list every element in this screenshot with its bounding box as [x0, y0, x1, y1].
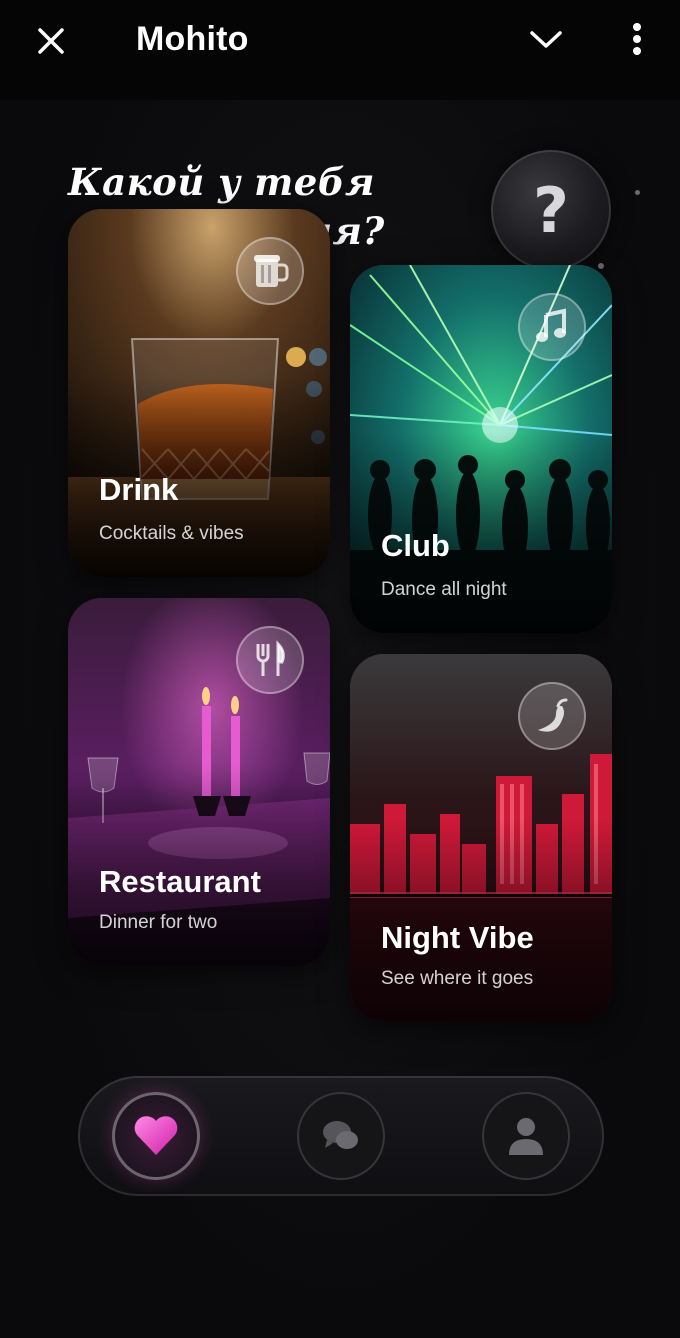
music-note-icon	[536, 308, 566, 342]
vibe-card-drink[interactable]: Drink Cocktails & vibes	[68, 209, 330, 577]
beer-mug-icon	[254, 255, 289, 287]
card-subtitle: Cocktails & vibes	[99, 523, 244, 544]
card-icon-badge	[236, 626, 304, 694]
card-icon-badge	[518, 293, 586, 361]
chat-bubbles-icon	[323, 1121, 358, 1149]
bottom-navigation	[78, 1076, 604, 1196]
card-subtitle: Dance all night	[381, 579, 507, 600]
card-title: Night Vibe	[381, 920, 534, 955]
card-title: Club	[381, 528, 450, 563]
close-icon	[38, 28, 64, 54]
help-button[interactable]: ?	[491, 150, 611, 270]
heart-icon	[134, 1116, 178, 1155]
vibe-card-club[interactable]: Club Dance all night	[350, 265, 612, 633]
more-menu-button[interactable]	[620, 18, 654, 62]
fork-knife-icon	[256, 640, 285, 676]
more-vertical-icon	[633, 23, 641, 55]
top-app-bar: Mohito	[0, 0, 680, 100]
card-subtitle: Dinner for two	[99, 912, 218, 933]
close-button[interactable]	[30, 20, 72, 62]
card-icon-badge	[518, 682, 586, 750]
nav-vibes-button[interactable]	[112, 1092, 200, 1180]
profile-icon	[509, 1118, 543, 1155]
chili-pepper-icon	[538, 698, 568, 732]
vibe-card-restaurant[interactable]: Restaurant Dinner for two	[68, 598, 330, 966]
app-title: Mohito	[136, 20, 249, 58]
nav-profile-button[interactable]	[482, 1092, 570, 1180]
decor-dot	[635, 190, 640, 195]
card-title: Drink	[99, 472, 179, 507]
card-title: Restaurant	[99, 864, 261, 899]
vibe-card-night-vibe[interactable]: Night Vibe See where it goes	[350, 654, 612, 1022]
headline-line-1: Какой у тебя	[68, 160, 376, 204]
question-mark-icon: ?	[533, 173, 569, 247]
card-icon-badge	[236, 237, 304, 305]
collapse-button[interactable]	[526, 20, 566, 60]
nav-chats-button[interactable]	[297, 1092, 385, 1180]
chevron-down-icon	[530, 31, 562, 48]
card-subtitle: See where it goes	[381, 968, 534, 989]
